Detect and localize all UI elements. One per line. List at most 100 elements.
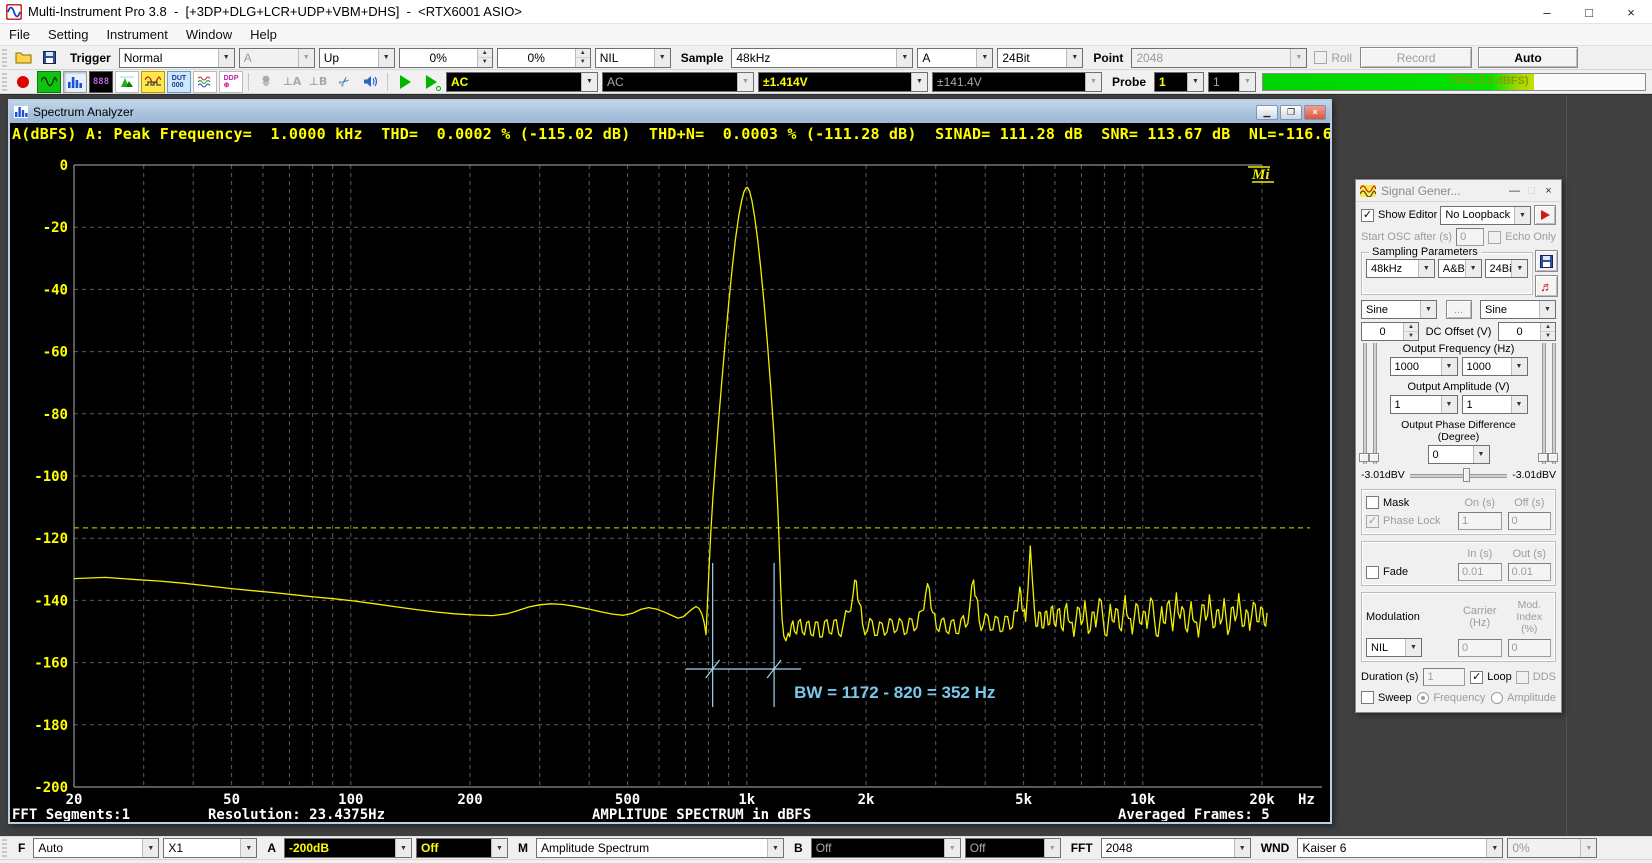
slider-handle[interactable] [1548, 453, 1558, 462]
waveform-b-select[interactable]: Sine ▼ [1480, 300, 1556, 319]
level-a-readout: -3.01dBV [1361, 469, 1405, 481]
spin-up-icon[interactable]: ▲ [576, 49, 590, 59]
child-restore-button[interactable]: ❐ [1280, 105, 1302, 120]
menu-help[interactable]: Help [241, 25, 286, 44]
save-file-button[interactable] [37, 47, 61, 69]
run-generator-button[interactable] [419, 71, 443, 93]
oscilloscope-button[interactable] [37, 71, 61, 93]
trigger-delay-spinner[interactable]: 0% ▲▼ [497, 48, 591, 68]
menu-setting[interactable]: Setting [39, 25, 97, 44]
x-zoom-select[interactable]: X1 ▼ [163, 838, 257, 858]
output-level-slider-a2[interactable] [1369, 343, 1379, 464]
spectrum-3d-plot-button[interactable] [115, 71, 139, 93]
spin-up-icon[interactable]: ▲ [1404, 323, 1418, 332]
input-level-meter: 71%(-3.0 dBFS) [1262, 73, 1646, 91]
coupling-a-select[interactable]: AC ▼ [446, 72, 598, 92]
slider-handle[interactable] [1359, 453, 1369, 462]
spinner-arrows[interactable]: ▲▼ [575, 49, 590, 67]
spin-up-icon[interactable]: ▲ [478, 49, 492, 59]
menu-file[interactable]: File [0, 25, 39, 44]
sampling-rate-select[interactable]: 48kHz ▼ [731, 48, 913, 68]
a-range-select[interactable]: -200dB ▼ [284, 838, 412, 858]
spin-down-icon[interactable]: ▼ [1404, 332, 1418, 340]
display-toolbar: F Auto ▼ X1 ▼ A -200dB ▼ Off ▼ M Amplitu… [0, 836, 1652, 860]
a-reference-select[interactable]: Off ▼ [416, 838, 508, 858]
spectrum-analyzer-button[interactable] [63, 71, 87, 93]
mask-checkbox[interactable]: Mask [1366, 496, 1452, 509]
amplitude-a-select[interactable]: 1 ▼ [1390, 395, 1458, 414]
spin-down-icon[interactable]: ▼ [1541, 332, 1555, 340]
ddp-viewer-button[interactable]: DDP⊕ [219, 71, 243, 93]
maximize-button[interactable]: □ [1568, 0, 1610, 24]
gen-sampling-rate-select[interactable]: 48kHz ▼ [1366, 259, 1435, 278]
dc-offset-b-spinner[interactable]: 0 ▲▼ [1498, 322, 1556, 341]
output-level-slider-b1[interactable] [1538, 343, 1548, 464]
dc-offset-a-spinner[interactable]: 0 ▲▼ [1361, 322, 1419, 341]
signal-generator-button[interactable] [141, 71, 165, 93]
slider-handle[interactable] [1538, 453, 1548, 462]
slider-handle[interactable] [1369, 453, 1379, 462]
loop-checkbox[interactable]: Loop [1470, 671, 1511, 684]
spin-down-icon[interactable]: ▼ [576, 58, 590, 67]
trigger-mode-select[interactable]: Normal ▼ [119, 48, 235, 68]
range-a-select[interactable]: ±1.414V ▼ [758, 72, 928, 92]
run-button[interactable] [393, 71, 417, 93]
record-run-button[interactable] [11, 71, 35, 93]
fade-checkbox[interactable]: Fade [1366, 566, 1452, 579]
balance-slider[interactable] [1410, 467, 1507, 483]
music-score-button[interactable]: ♬ [1535, 275, 1558, 297]
sampling-channel-select[interactable]: A ▼ [917, 48, 993, 68]
auto-button[interactable]: Auto [1478, 47, 1578, 68]
trigger-frequency-select[interactable]: NIL ▼ [595, 48, 671, 68]
waveform-library-button: ... [1446, 300, 1472, 319]
minimize-button[interactable]: – [1526, 0, 1568, 24]
spin-up-icon[interactable]: ▲ [1541, 323, 1555, 332]
dds-checkbox: DDS [1516, 671, 1556, 684]
child-minimize-button[interactable]: ▁ [1256, 105, 1278, 120]
open-file-button[interactable] [11, 47, 35, 69]
generator-play-button[interactable] [1534, 205, 1556, 225]
show-editor-checkbox[interactable]: Show Editor [1361, 209, 1437, 222]
spin-down-icon[interactable]: ▼ [478, 58, 492, 67]
sound-output-button[interactable] [358, 71, 382, 93]
mask-off-input: 0 [1508, 512, 1552, 530]
sweep-checkbox[interactable]: Sweep [1361, 691, 1412, 704]
gen-channels-select[interactable]: A&B ▼ [1438, 259, 1482, 278]
amplitude-b-select[interactable]: 1 ▼ [1462, 395, 1528, 414]
loopback-select[interactable]: No Loopback ▼ [1440, 206, 1531, 225]
waveform-a-select[interactable]: Sine ▼ [1361, 300, 1437, 319]
trigger-level-spinner[interactable]: 0% ▲▼ [399, 48, 493, 68]
signal-generator-titlebar[interactable]: Signal Gener... — □ × [1356, 180, 1561, 202]
spectrum-chart[interactable]: 0-20-40-60-80-100-120-140-160-180-200205… [10, 145, 1328, 821]
modulation-type-select[interactable]: NIL ▼ [1366, 638, 1422, 657]
output-level-slider-a1[interactable] [1359, 343, 1369, 464]
signal-generator-panel: Signal Gener... — □ × Show Editor No Loo… [1355, 179, 1562, 713]
frequency-b-select[interactable]: 1000 ▼ [1462, 357, 1528, 376]
device-test-plan-button[interactable]: DUT000 [167, 71, 191, 93]
probe-calibration-button[interactable]: ✂ [332, 71, 356, 93]
phase-difference-select[interactable]: 0 ▼ [1428, 445, 1490, 464]
save-signal-button[interactable] [1535, 250, 1558, 272]
spectrum-mode-select[interactable]: Amplitude Spectrum ▼ [536, 838, 784, 858]
window-function-select[interactable]: Kaiser 6 ▼ [1297, 838, 1503, 858]
chevron-down-icon: ▼ [240, 839, 256, 857]
output-level-slider-b2[interactable] [1548, 343, 1558, 464]
child-close-button[interactable]: × [1304, 105, 1326, 120]
menu-instrument[interactable]: Instrument [97, 25, 176, 44]
spectrum-window-titlebar[interactable]: Spectrum Analyzer ▁ ❐ × [10, 101, 1330, 123]
close-button[interactable]: × [1610, 0, 1652, 24]
trigger-edge-select[interactable]: Up ▼ [319, 48, 395, 68]
gen-bits-select[interactable]: 24Bit ▼ [1485, 259, 1529, 278]
panel-close-button[interactable]: × [1540, 185, 1557, 197]
fft-size-select[interactable]: 2048 ▼ [1101, 838, 1251, 858]
slider-handle[interactable] [1463, 468, 1470, 482]
frequency-a-select[interactable]: 1000 ▼ [1390, 357, 1458, 376]
panel-minimize-button[interactable]: — [1506, 185, 1523, 197]
derived-data-curve-button[interactable] [193, 71, 217, 93]
probe-a-select[interactable]: 1 ▼ [1154, 72, 1204, 92]
frequency-axis-select[interactable]: Auto ▼ [33, 838, 159, 858]
multimeter-button[interactable]: 888 [89, 71, 113, 93]
bit-depth-select[interactable]: 24Bit ▼ [997, 48, 1083, 68]
spinner-arrows[interactable]: ▲▼ [477, 49, 492, 67]
menu-window[interactable]: Window [177, 25, 241, 44]
